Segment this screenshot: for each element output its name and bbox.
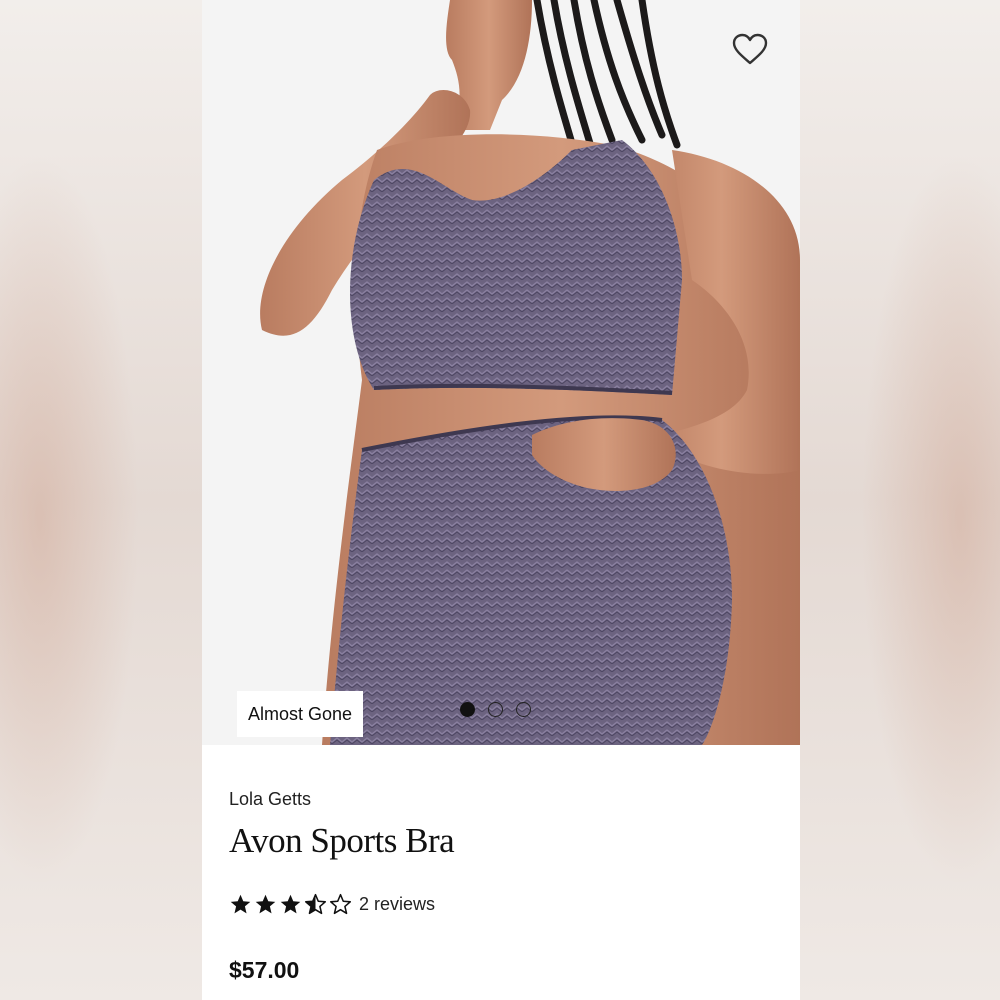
product-photo-illustration [202,0,800,745]
star-filled-icon [280,894,301,914]
brand-name[interactable]: Lola Getts [229,789,311,810]
gallery-dot[interactable] [460,702,475,717]
star-filled-icon [230,894,251,914]
product-image[interactable]: Almost Gone [202,0,800,745]
gallery-pagination [460,702,531,717]
star-filled-icon [255,894,276,914]
rating-row[interactable]: 2 reviews [229,893,435,916]
star-rating [229,893,352,916]
stock-badge-label: Almost Gone [248,703,353,724]
star-half-icon [304,893,327,915]
product-card: Almost Gone Lola Getts Avon Sports Bra 2… [202,0,800,1000]
gallery-dot[interactable] [488,702,503,717]
reviews-link[interactable]: 2 reviews [359,894,435,915]
product-price: $57.00 [229,957,300,983]
star-outline-icon [329,893,352,915]
product-title: Avon Sports Bra [229,821,455,860]
favorite-button[interactable] [730,30,770,70]
stock-badge: Almost Gone [237,691,364,737]
heart-outline-icon [732,33,768,65]
gallery-dot[interactable] [516,702,531,717]
